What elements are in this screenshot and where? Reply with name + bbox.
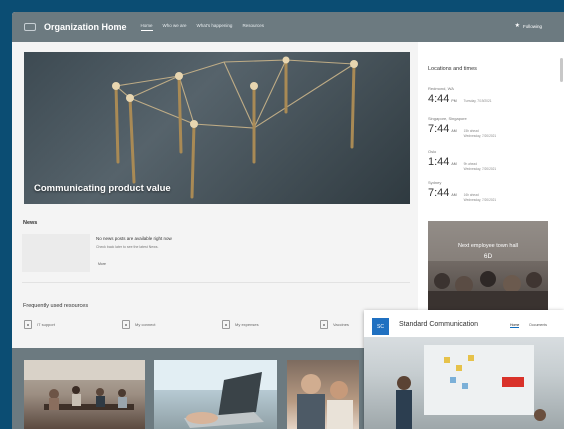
location-city: Redmond, WA	[428, 86, 454, 91]
location-date: Wednesday, 7/20/2021	[463, 197, 497, 202]
follow-button[interactable]: ★ Following	[515, 23, 542, 29]
resource-label: Vaccines	[333, 322, 349, 327]
location-singapore: Singapore, Singapore 7:44 AM 15h ahead We…	[428, 116, 548, 138]
resource-label: My expenses	[235, 322, 259, 327]
highlight-photo-office[interactable]	[24, 360, 145, 429]
location-time: 4:44	[428, 93, 450, 105]
site-title[interactable]: Organization Home	[44, 22, 127, 32]
location-time: 7:44	[428, 187, 450, 199]
news-heading: News	[23, 220, 38, 226]
nav-resources[interactable]: Resources	[242, 23, 264, 31]
location-oslo: Oslo 1:44 AM 9h ahead Wednesday, 7/20/202…	[428, 149, 548, 171]
resource-vaccines[interactable]: Vaccines	[320, 320, 349, 329]
site-header: Organization Home Home Who we are What's…	[12, 12, 564, 42]
location-ampm: AM	[451, 193, 457, 197]
location-date: Wednesday, 7/20/2021	[463, 166, 497, 171]
resource-label: IT support	[37, 322, 55, 327]
location-city: Oslo	[428, 149, 437, 154]
resource-my-connect[interactable]: My connect	[122, 320, 155, 329]
resource-it-support[interactable]: IT support	[24, 320, 55, 329]
news-empty-subtitle: Check back later to see the latest News.	[96, 245, 159, 249]
support-icon	[24, 320, 32, 329]
location-time: 1:44	[428, 156, 450, 168]
hero-banner[interactable]: Communicating product value	[24, 52, 410, 204]
office-illustration	[24, 360, 145, 410]
location-time: 7:44	[428, 123, 450, 135]
location-offset: 16h ahead Wednesday, 7/20/2021	[464, 193, 497, 202]
location-date: Tuesday, 7/19/2021	[463, 99, 492, 103]
location-offset-text: 9h ahead	[463, 162, 477, 166]
highlight-photo-people[interactable]	[287, 360, 359, 429]
highlight-photo-laptop[interactable]	[154, 360, 277, 429]
location-offset: 9h ahead Wednesday, 7/20/2021	[464, 162, 497, 171]
connect-icon	[122, 320, 130, 329]
locations-heading: Locations and times	[428, 66, 477, 72]
resource-my-expenses[interactable]: My expenses	[222, 320, 259, 329]
location-offset: 15h ahead Wednesday, 7/20/2021	[464, 129, 497, 138]
news-empty-title: No news posts are available right now	[96, 236, 172, 241]
news-thumbnail-placeholder	[22, 234, 90, 272]
sc-site-logo[interactable]: SC	[372, 318, 389, 335]
site-nav: Home Who we are What's happening Resourc…	[140, 23, 264, 31]
news-more-link[interactable]: More	[98, 262, 106, 266]
townhall-title: Next employee town hall	[458, 243, 518, 249]
frequent-resources-row: IT support My connect My expenses Vaccin…	[24, 320, 364, 334]
townhall-countdown-card[interactable]: Next employee town hall 6D	[428, 221, 548, 310]
section-divider	[22, 282, 410, 283]
location-city: Sydney	[428, 180, 442, 185]
location-ampm: PM	[451, 99, 457, 103]
scrollbar-thumb[interactable]	[560, 58, 563, 82]
sc-nav-documents[interactable]: Documents	[529, 323, 547, 328]
resource-label: My connect	[135, 322, 156, 327]
location-city: Singapore, Singapore	[428, 116, 467, 121]
location-ampm: AM	[451, 129, 457, 133]
sc-nav-home[interactable]: Home	[510, 323, 520, 328]
laptop-illustration	[154, 360, 277, 428]
people-illustration	[297, 374, 353, 429]
frequent-resources-heading: Frequently used resources	[23, 303, 89, 309]
sc-nav: Home Documents	[510, 323, 547, 328]
expenses-icon	[222, 320, 230, 329]
location-ampm: AM	[451, 162, 457, 166]
audience-illustration	[428, 221, 548, 310]
location-redmond: Redmond, WA 4:44 PM Tuesday, 7/19/2021	[428, 86, 548, 105]
location-sydney: Sydney 7:44 AM 16h ahead Wednesday, 7/20/…	[428, 180, 548, 202]
nav-who-we-are[interactable]: Who we are	[163, 23, 187, 31]
vaccines-icon	[320, 320, 328, 329]
meeting-illustration	[396, 345, 546, 429]
sc-header: SC Standard Communication Home Documents	[364, 310, 564, 337]
nav-whats-happening[interactable]: What's happening	[197, 23, 233, 31]
hero-network-illustration	[112, 56, 358, 199]
townhall-countdown: 6D	[483, 253, 493, 260]
sc-hero-image[interactable]	[364, 337, 564, 429]
location-offset-text: 16h ahead	[463, 193, 479, 197]
nav-home[interactable]: Home	[140, 23, 153, 31]
location-date: Wednesday, 7/20/2021	[463, 133, 497, 138]
location-offset-text: 15h ahead	[463, 129, 479, 133]
hero-caption[interactable]: Communicating product value	[34, 183, 171, 194]
site-logo-icon[interactable]	[24, 23, 36, 31]
sc-site-title[interactable]: Standard Communication	[399, 321, 478, 328]
follow-label: Following	[522, 23, 542, 29]
locations-scrollbar[interactable]	[560, 52, 563, 148]
standard-communication-window: SC Standard Communication Home Documents	[364, 310, 564, 429]
star-icon: ★	[514, 23, 520, 29]
